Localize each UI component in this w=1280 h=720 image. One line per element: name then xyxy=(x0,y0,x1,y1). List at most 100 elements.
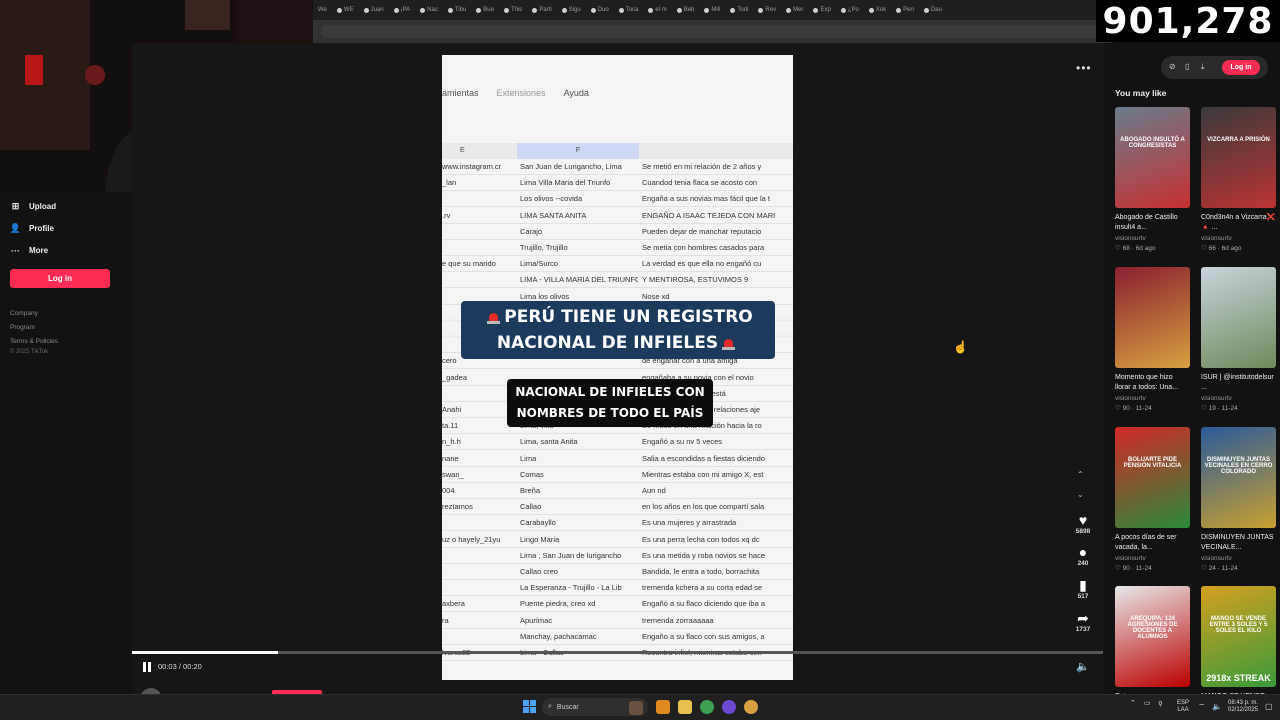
sheet-cell: tremenda kchera a su corta edad se xyxy=(642,583,763,593)
recommended-video-card[interactable]: Momento que hizo llorar a todos: Una... v… xyxy=(1115,267,1190,412)
recommended-video-card[interactable]: BOLUARTE PIDE PENSIÓN VITALICIA A pocos d… xyxy=(1115,427,1190,572)
sheet-cell: Carajo xyxy=(520,226,543,236)
browser-tab[interactable]: Parti xyxy=(527,7,556,13)
speaker-icon[interactable]: 🔈 xyxy=(1212,702,1222,711)
volume-icon[interactable]: 🔈 xyxy=(1076,660,1090,673)
browser-tab[interactable]: Todi xyxy=(725,7,753,13)
notification-icon[interactable]: ▢ xyxy=(1265,702,1273,711)
browser-tab[interactable]: We xyxy=(313,7,332,13)
footer-company[interactable]: Company xyxy=(10,310,38,317)
footer-terms[interactable]: Terms & Policies xyxy=(10,338,58,345)
browser-tab[interactable]: Duo xyxy=(586,7,614,13)
lang-line2: LAA xyxy=(1177,707,1189,713)
browser-tab-label: Rev xyxy=(765,7,777,13)
cast-icon[interactable]: ▭ xyxy=(1144,699,1151,707)
video-progress-bar[interactable] xyxy=(132,651,1103,654)
recommended-video-card[interactable]: ISUR | @institutodelsur ... visionsurtv ♡ … xyxy=(1201,267,1276,412)
card-stats: ♡ 66 · 6d ago xyxy=(1201,245,1242,252)
plus-square-icon: ⊞ xyxy=(11,201,20,211)
chrome-active-icon[interactable] xyxy=(744,700,758,714)
sheet-cell: _gadea xyxy=(442,372,468,382)
comment-button[interactable]: ● 240 xyxy=(1072,544,1094,567)
device-icon[interactable]: ▯ xyxy=(1185,62,1189,71)
browser-tab[interactable]: This xyxy=(499,7,527,13)
comment-icon: ● xyxy=(1078,544,1088,560)
chevron-up-icon[interactable]: ⌃ xyxy=(1077,470,1084,479)
browser-tab[interactable]: Dau xyxy=(919,7,947,13)
input-language[interactable]: ESP LAA xyxy=(1177,700,1189,714)
sheet-cell: tremenda zorraaaaaa xyxy=(642,615,714,625)
sheet-menu-extensions: Extensiones xyxy=(496,88,546,98)
header-login-button[interactable]: Log in xyxy=(1222,60,1260,75)
taskbar-clock[interactable]: 08:43 p. m. 02/12/2025 xyxy=(1228,700,1258,714)
footer-program[interactable]: Program xyxy=(10,324,35,331)
nav-profile[interactable]: 👤 Profile xyxy=(10,223,54,234)
browser-tab[interactable]: ¿Po xyxy=(836,7,864,13)
browser-tab[interactable]: Rev xyxy=(753,7,781,13)
download-icon[interactable]: ⤓ xyxy=(1201,62,1205,72)
tiktok-icon xyxy=(618,7,624,13)
more-options-icon[interactable]: ••• xyxy=(1076,61,1092,75)
browser-tab[interactable]: Bue xyxy=(471,7,499,13)
sheet-cell: _lan xyxy=(442,178,457,188)
taskbar-office-icon[interactable] xyxy=(656,700,670,714)
browser-tab-label: Todi xyxy=(737,7,749,13)
recommended-video-card[interactable]: VIZCARRA A PRISIÓN C0nd3n4n a Vizcarra❌ 🔺… xyxy=(1201,107,1276,252)
card-stats: ♡ 19 · 11-24 xyxy=(1201,405,1238,412)
browser-tab[interactable]: Xok xyxy=(864,7,891,13)
browser-tab[interactable]: el m xyxy=(643,7,671,13)
browser-tab[interactable]: Exp xyxy=(808,7,835,13)
share-button[interactable]: ➦ 1737 xyxy=(1072,610,1094,633)
card-title: Momento que hizo llorar a todos: Una... xyxy=(1115,374,1179,391)
discord-icon[interactable] xyxy=(722,700,736,714)
sheet-row: uz o hayely_21yu Lingo Maria Es una perra … xyxy=(442,532,793,548)
video-player[interactable]: amientas Extensiones Ayuda E F www.insta… xyxy=(442,55,793,680)
pause-icon[interactable] xyxy=(143,662,152,672)
video-thumbnail: BOLUARTE PIDE PENSIÓN VITALICIA xyxy=(1115,427,1190,528)
nav-more[interactable]: ··· More xyxy=(10,245,48,256)
browser-tab[interactable]: Sigu xyxy=(557,7,586,13)
browser-tab[interactable]: WE xyxy=(332,7,359,13)
system-tray: ⌃ ▭ ǫ xyxy=(1130,699,1163,708)
sheet-row: n_h.h Lima, santa Anita Engañó a su nv 5 v… xyxy=(442,434,793,451)
siren-icon xyxy=(486,310,501,324)
browser-tab[interactable]: Toca xyxy=(614,7,644,13)
browser-tab[interactable]: Juan xyxy=(359,7,389,13)
tiktok-icon xyxy=(786,7,792,13)
tools-icon[interactable]: ⊘ xyxy=(1169,62,1176,71)
browser-tab[interactable]: Tibu xyxy=(443,7,471,13)
wifi-icon[interactable]: ⌔ xyxy=(1198,702,1206,712)
nav-upload[interactable]: ⊞ Upload xyxy=(10,201,56,212)
browser-tab[interactable]: Nac xyxy=(415,7,443,13)
tiktok-icon xyxy=(393,7,399,13)
file-explorer-icon[interactable] xyxy=(678,700,692,714)
video-thumbnail xyxy=(1201,267,1276,368)
chevron-up-icon[interactable]: ⌃ xyxy=(1130,699,1136,707)
nav-more-label: More xyxy=(29,246,49,255)
chrome-icon[interactable] xyxy=(700,700,714,714)
recommended-video-card[interactable]: DISMINUYEN JUNTAS VECINALES EN CERRO COL… xyxy=(1201,427,1276,572)
video-progress-fill xyxy=(132,651,278,654)
like-button[interactable]: ♥ 5898 xyxy=(1072,512,1094,535)
browser-tab[interactable]: Pen xyxy=(891,7,919,13)
card-stats: ♡ 24 · 11-24 xyxy=(1201,565,1238,572)
video-time: 00:03 / 00:20 xyxy=(158,662,202,671)
save-button[interactable]: ▮ 517 xyxy=(1072,577,1094,600)
tiktok-icon xyxy=(840,7,846,13)
browser-tab[interactable]: Mer xyxy=(781,7,808,13)
sheet-cell: LIMA - VILLA MARIA DEL TRIUNFO xyxy=(520,275,638,285)
sheet-cell: en los años en los que compartí sala xyxy=(642,502,765,512)
browser-tab[interactable]: Beb xyxy=(672,7,700,13)
video-thumbnail: MANGO SE VENDE ENTRE 3 SOLES Y 5 SOLES E… xyxy=(1201,586,1276,687)
sidebar-login-button[interactable]: Log in xyxy=(10,269,110,288)
chevron-down-icon[interactable]: ⌄ xyxy=(1077,490,1084,499)
thumbnail-caption: VIZCARRA A PRISIÓN xyxy=(1207,137,1270,143)
sheet-cell: Es una perra lecha con todos xq dc xyxy=(642,534,760,544)
mic-icon[interactable]: ǫ xyxy=(1159,700,1163,707)
address-bar[interactable] xyxy=(313,20,1113,43)
windows-start-icon[interactable] xyxy=(523,700,536,713)
browser-tab[interactable]: Mili xyxy=(699,7,725,13)
browser-tab[interactable]: ¡PA xyxy=(389,7,416,13)
taskbar-app-icon[interactable] xyxy=(629,701,643,715)
recommended-video-card[interactable]: ABOGADO INSULTÓ A CONGRESISTAS Abogado de… xyxy=(1115,107,1190,252)
